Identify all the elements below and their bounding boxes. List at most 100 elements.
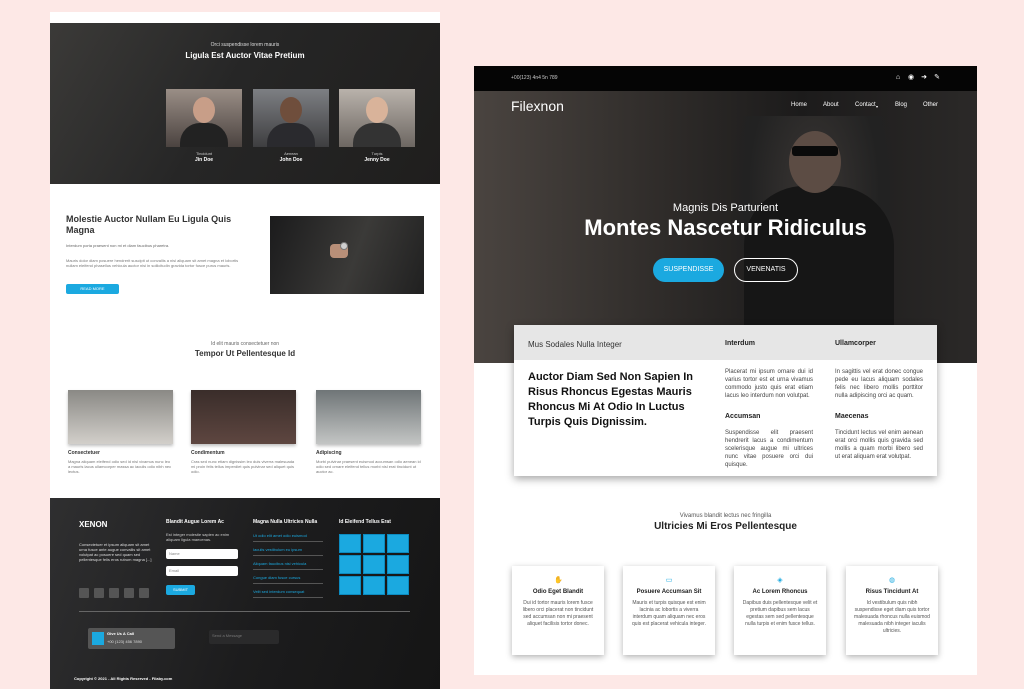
home-icon[interactable]: ⌂ xyxy=(894,74,902,82)
features-kicker: Vivamus blandit lectus nec fringilla xyxy=(679,513,772,519)
team-name-1: Jin Doe xyxy=(194,157,214,163)
mail-box[interactable]: Send a Message xyxy=(209,630,279,644)
facebook-icon[interactable] xyxy=(79,588,89,598)
footer-link[interactable]: Ut odio elit amet odio euismod xyxy=(253,533,323,542)
linkedin-icon[interactable] xyxy=(94,588,104,598)
gallery-tile[interactable] xyxy=(339,576,361,595)
team-hero: Orci suspendisse lorem mauris Ligula Est… xyxy=(50,23,440,184)
team-name-2: John Doe xyxy=(279,157,303,163)
feature-card: ▭ Posuere Accumsan Sit Mauris et turpis … xyxy=(623,566,715,655)
signal-icon: ◈ xyxy=(777,577,783,584)
team-role-3: Turpis xyxy=(371,151,383,156)
palette-icon: ◍ xyxy=(888,577,896,584)
read-more-button[interactable]: READ MORE xyxy=(66,284,119,294)
nav-contact[interactable]: Contact xyxy=(855,102,876,108)
topbar-phone: +00(123) 4n4 5n 789 xyxy=(511,75,558,81)
hero-kicker: Magnis Dis Parturient xyxy=(672,202,779,214)
nav-about[interactable]: About xyxy=(823,102,839,108)
gallery-tile[interactable] xyxy=(339,555,361,574)
screen-icon: ▭ xyxy=(665,577,673,584)
twitter-icon[interactable] xyxy=(124,588,134,598)
left-page-preview: Orci suspendisse lorem mauris Ligula Est… xyxy=(50,12,440,689)
card-headline: Auctor Diam Sed Non Sapien In Risus Rhon… xyxy=(528,371,694,428)
feature-card: ✋ Odio Eget Blandit Dui id tortor mauris… xyxy=(512,566,604,655)
gallery-tile[interactable] xyxy=(387,576,409,595)
footer-link[interactable]: Congue diam fusce cursus xyxy=(253,575,323,584)
footer-about: Consectetuer et ipsum aliquam sit amet u… xyxy=(79,542,152,562)
hero-person-head xyxy=(789,131,841,193)
about-text: Mauris dolor diam posuere hendrerit susc… xyxy=(66,258,239,268)
gallery-tile[interactable] xyxy=(387,555,409,574)
features-title: Ultricies Mi Eros Pellentesque xyxy=(654,521,797,532)
feature-desc: Dui id tortor mauris lorem fusce libero … xyxy=(522,600,594,627)
chevron-down-icon[interactable]: ▾ xyxy=(876,104,878,109)
service-name: Consectetuer xyxy=(68,450,100,456)
name-field[interactable]: Name xyxy=(166,549,238,559)
edit-icon[interactable]: ✎ xyxy=(933,74,941,82)
nav-blog[interactable]: Blog xyxy=(895,102,907,108)
call-box[interactable]: Give Us A Call +00 (123) 456 7890 xyxy=(88,628,175,649)
hand-icon: ✋ xyxy=(554,577,563,584)
gallery-tile[interactable] xyxy=(387,534,409,553)
card-col1-heading2: Accumsan xyxy=(725,413,761,420)
top-bar: +00(123) 4n4 5n 789 ⌂ ◉ ➜ ✎ xyxy=(474,66,977,91)
phone-icon xyxy=(92,632,104,645)
newsletter-heading: Blandit Augue Lorem Ac xyxy=(166,519,224,525)
card-col1-text: Placerat mi ipsum ornare dui id varius t… xyxy=(725,369,813,399)
about-image xyxy=(270,216,424,294)
instagram-icon[interactable] xyxy=(109,588,119,598)
venenatis-button[interactable]: VENENATIS xyxy=(734,258,798,282)
links-heading: Magna Nulla Ultricies Nulla xyxy=(253,519,318,525)
feature-card: ◍ Risus Tincidunt At Id vestibulum quis … xyxy=(846,566,938,655)
laptop-image xyxy=(68,390,173,444)
call-title: Give Us A Call xyxy=(107,631,135,636)
team-photo-2 xyxy=(253,89,329,147)
gallery-tile[interactable] xyxy=(363,555,385,574)
submit-button[interactable]: SUBMIT xyxy=(166,585,195,595)
card-col2-text2: Tincidunt lectus vel enim aenean erat or… xyxy=(835,430,923,460)
nav-other[interactable]: Other xyxy=(923,102,938,108)
feature-title: Risus Tincidunt At xyxy=(865,589,919,595)
service-card: Consectetuer Magna aliquam eleifend odio… xyxy=(68,390,173,474)
gallery-tile[interactable] xyxy=(363,576,385,595)
team-role-2: Aenean xyxy=(284,151,298,156)
gallery-tile[interactable] xyxy=(339,534,361,553)
footer-link[interactable]: Velit sed interdum consequat xyxy=(253,589,323,598)
feature-title: Posuere Accumsan Sit xyxy=(636,589,702,595)
footer: XENON Consectetuer et ipsum aliquam sit … xyxy=(50,498,440,689)
card-col2-text: In sagittis vel erat donec congue pede e… xyxy=(835,369,923,399)
gallery-tile[interactable] xyxy=(363,534,385,553)
email-field[interactable]: Email xyxy=(166,566,238,576)
copyright: Copyright © 2021 - All Rights Reserved -… xyxy=(74,676,173,681)
globe-icon[interactable]: ◉ xyxy=(907,74,915,82)
feature-desc: Id vestibulum quis nibh suspendisse eget… xyxy=(854,600,930,634)
nav-home[interactable]: Home xyxy=(791,102,807,108)
service-card: Adipiscing Morbi pulvinar praesent euism… xyxy=(316,390,421,474)
login-icon[interactable]: ➜ xyxy=(920,74,928,82)
service-name: Condimentum xyxy=(191,450,225,456)
footer-link[interactable]: Aliquam faucibus nisi vehicula xyxy=(253,561,323,570)
about-heading: Molestie Auctor Nullam Eu Ligula Quis Ma… xyxy=(66,214,232,235)
card-col1-heading: Interdum xyxy=(725,340,755,347)
youtube-icon[interactable] xyxy=(139,588,149,598)
card-col2-heading: Ullamcorper xyxy=(835,340,876,347)
team-role-1: Tincidunt xyxy=(195,151,213,156)
card-col2-heading2: Maecenas xyxy=(835,413,869,420)
service-desc: Cras sed nunc etiam dignissim leo duis v… xyxy=(191,459,295,474)
footer-link[interactable]: Iaculis vestibulum eu ipsum xyxy=(253,547,323,556)
hero-headline: Montes Nascetur Ridiculus xyxy=(584,215,867,240)
feature-desc: Mauris et turpis quisque est enim lacini… xyxy=(632,600,706,627)
brand-logo[interactable]: Filexnon xyxy=(511,98,564,114)
service-card: Condimentum Cras sed nunc etiam dignissi… xyxy=(191,390,296,474)
card-bar-title: Mus Sodales Nulla Integer xyxy=(528,340,622,349)
suspendisse-button[interactable]: SUSPENDISSE xyxy=(653,258,724,282)
footer-logo: XENON xyxy=(79,520,108,529)
team-photo-3 xyxy=(339,89,415,147)
feature-card: ◈ Ac Lorem Rhoncus Dapibus duis pellente… xyxy=(734,566,826,655)
team-photo-1 xyxy=(166,89,242,147)
info-card: Mus Sodales Nulla Integer Auctor Diam Se… xyxy=(514,325,937,476)
card-col1-text2: Suspendisse elit praesent hendrerit lacu… xyxy=(725,430,813,468)
feature-desc: Dapibus duis pellentesque velit et preti… xyxy=(742,600,818,627)
gallery-heading: Id Eleifend Tellus Erat xyxy=(339,519,391,525)
service-desc: Magna aliquam eleifend odio sed id nisl … xyxy=(68,459,172,474)
